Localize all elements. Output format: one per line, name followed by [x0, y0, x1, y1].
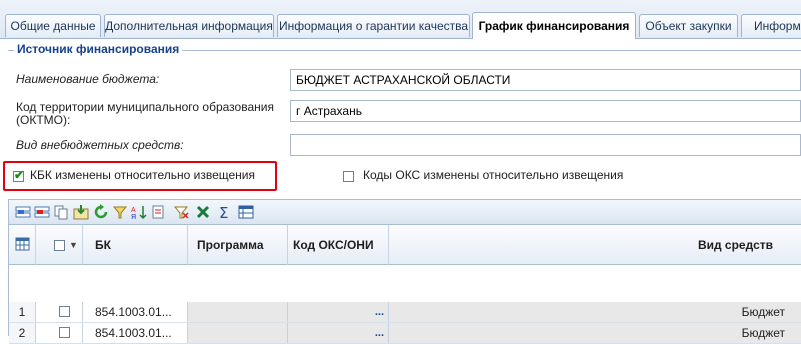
- bk-cell[interactable]: 854.1003.01...: [83, 323, 188, 343]
- delete-row-icon[interactable]: [34, 204, 50, 220]
- oks-cell[interactable]: ...: [288, 302, 389, 322]
- lookup-button[interactable]: ...: [375, 323, 384, 343]
- svg-text:A: A: [131, 207, 136, 214]
- row-number: 2: [9, 323, 36, 343]
- svg-text:Σ: Σ: [219, 204, 228, 220]
- excel-export-icon[interactable]: [195, 204, 211, 220]
- row-checkbox[interactable]: [36, 323, 83, 343]
- grid-settings-icon[interactable]: [9, 225, 36, 265]
- import-icon[interactable]: [73, 204, 89, 220]
- row-number: 1: [9, 302, 36, 322]
- oktmo-label-line1: Код территории муниципального образовани…: [16, 100, 274, 114]
- clear-filter-icon[interactable]: [173, 204, 189, 220]
- chevron-down-icon: ▼: [69, 240, 78, 250]
- funds-cell: Бюджет: [389, 302, 801, 322]
- grid-toolbar: AЯ Σ: [8, 199, 801, 225]
- bk-cell[interactable]: 854.1003.01...: [83, 302, 188, 322]
- copy-icon[interactable]: [53, 204, 69, 220]
- sum-icon[interactable]: Σ: [217, 204, 233, 222]
- column-header-program[interactable]: Программа: [188, 225, 288, 265]
- tab-financing-schedule[interactable]: График финансирования: [472, 12, 636, 39]
- format-icon[interactable]: [150, 204, 166, 220]
- settings-table-icon[interactable]: [238, 204, 254, 220]
- financing-grid: ▼ БК Программа Код ОКС/ОНИ Вид средств 1…: [8, 225, 801, 344]
- oktmo-field[interactable]: г Астрахань: [290, 100, 801, 122]
- section-title: Источник финансирования: [14, 42, 183, 56]
- tab-additional-info[interactable]: Дополнительная информация: [104, 14, 274, 37]
- funds-cell: Бюджет: [389, 323, 801, 343]
- bk-value: 854.1003.01...: [95, 305, 172, 319]
- table-row[interactable]: 1 854.1003.01... ... Бюджет: [9, 302, 801, 323]
- grid-header: ▼ БК Программа Код ОКС/ОНИ Вид средств: [9, 225, 801, 265]
- check-icon: ✔: [14, 168, 25, 182]
- tab-bar: Общие данные Дополнительная информация И…: [0, 0, 801, 39]
- column-header-funds[interactable]: Вид средств: [389, 225, 801, 265]
- row-checkbox[interactable]: [36, 302, 83, 322]
- table-row[interactable]: 2 854.1003.01... ... Бюджет: [9, 323, 801, 344]
- extra-funds-label: Вид внебюджетных средств:: [16, 138, 184, 152]
- tab-general-data[interactable]: Общие данные: [5, 14, 101, 37]
- oks-changed-checkbox[interactable]: [343, 171, 354, 182]
- add-row-icon[interactable]: [15, 204, 31, 220]
- oks-cell[interactable]: ...: [288, 323, 389, 343]
- refresh-icon[interactable]: [93, 204, 109, 220]
- svg-text:Я: Я: [131, 214, 136, 220]
- extra-funds-field[interactable]: [290, 134, 801, 156]
- sort-icon[interactable]: AЯ: [131, 204, 147, 221]
- column-header-oks[interactable]: Код ОКС/ОНИ: [288, 225, 389, 265]
- kbk-changed-label: КБК изменены относительно извещения: [30, 168, 255, 182]
- tab-procurement-object[interactable]: Объект закупки: [639, 14, 738, 37]
- column-header-bk[interactable]: БК: [83, 225, 188, 265]
- bk-value: 854.1003.01...: [95, 326, 172, 340]
- tab-more-info[interactable]: Информа: [741, 14, 801, 37]
- budget-field[interactable]: БЮДЖЕТ АСТРАХАНСКОЙ ОБЛАСТИ: [290, 69, 801, 91]
- oktmo-label-line2: (ОКТМО):: [16, 113, 71, 127]
- program-cell: [188, 302, 288, 322]
- oks-changed-label: Коды ОКС изменены относительно извещения: [363, 168, 624, 182]
- select-all-checkbox[interactable]: ▼: [36, 225, 83, 265]
- tab-content: Источник финансирования Наименование бюд…: [0, 39, 801, 344]
- program-cell: [188, 323, 288, 343]
- lookup-button[interactable]: ...: [375, 302, 384, 322]
- budget-label: Наименование бюджета:: [16, 72, 160, 86]
- tab-quality-guarantee[interactable]: Информация о гарантии качества: [277, 14, 470, 37]
- kbk-changed-checkbox[interactable]: ✔: [13, 168, 25, 182]
- filter-icon[interactable]: [112, 204, 128, 220]
